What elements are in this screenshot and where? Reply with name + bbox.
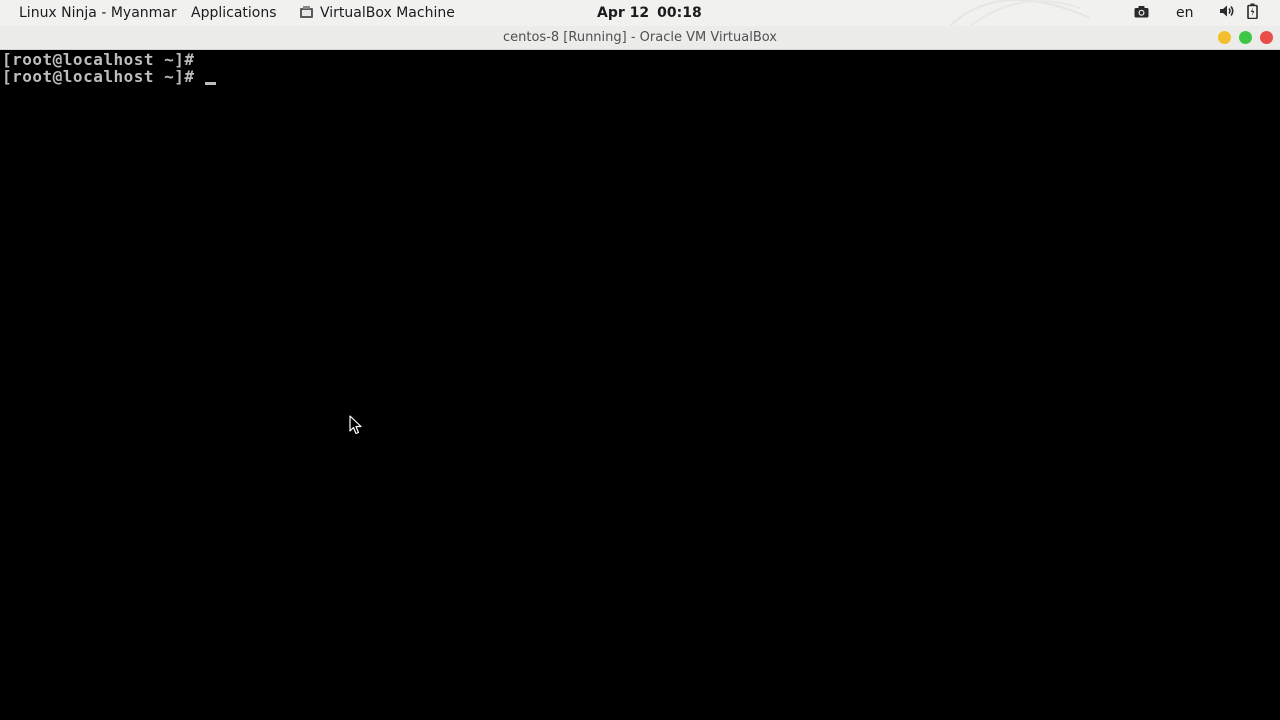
maximize-button[interactable] [1239,31,1252,44]
applications-menu[interactable]: Applications [191,0,277,26]
vm-console[interactable]: [root@localhost ~]# [root@localhost ~]# [0,51,1280,720]
active-app-label: VirtualBox Machine [320,5,455,21]
clock-time: 00:18 [657,5,702,21]
language-label: en [1176,5,1194,21]
minimize-button[interactable] [1218,31,1231,44]
mouse-pointer-icon [349,415,362,435]
window-title: centos-8 [Running] - Oracle VM VirtualBo… [503,30,777,45]
camera-icon [1134,5,1149,22]
input-language-indicator[interactable]: en [1176,0,1194,26]
battery-icon [1247,3,1258,23]
power-indicator[interactable] [1247,0,1258,26]
volume-indicator[interactable] [1219,0,1235,26]
screenshot-indicator[interactable] [1134,0,1149,26]
window-title-bar[interactable]: centos-8 [Running] - Oracle VM VirtualBo… [0,26,1280,50]
close-button[interactable] [1260,31,1273,44]
applications-label: Applications [191,5,277,21]
workspace-menu[interactable]: Linux Ninja - Myanmar [19,0,177,26]
workspace-label: Linux Ninja - Myanmar [19,5,177,21]
top-bar: Linux Ninja - Myanmar Applications Virtu… [0,0,1280,26]
volume-icon [1219,4,1235,22]
active-app-menu[interactable]: VirtualBox Machine [299,0,455,26]
wallpaper-decoration [949,0,1091,26]
text-cursor [204,82,216,85]
console-line: [root@localhost ~]# [2,68,216,86]
virtualbox-icon [299,6,314,20]
shell-prompt: [root@localhost ~]# [2,67,195,86]
window-controls [1218,31,1273,44]
clock-date: Apr 12 [597,5,650,21]
clock[interactable]: Apr 12 00:18 [597,0,702,26]
